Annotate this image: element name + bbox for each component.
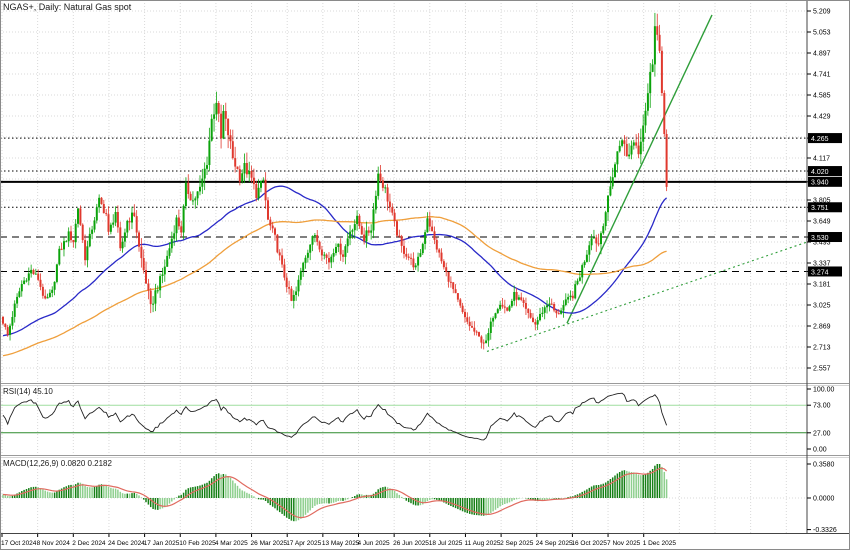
price-tick-label: 4.897 [813,50,831,57]
price-tick-label: 2.869 [813,323,831,330]
date-label: 18 Jul 2025 [429,540,463,547]
date-label: 1 Dec 2025 [643,540,677,547]
price-tick-label: 4.117 [813,155,830,162]
rsi-axis-label: 73.00 [813,403,831,410]
date-label: 24 Sep 2025 [536,540,573,547]
date-label: 8 Nov 2024 [37,540,71,547]
date-label: 17 Apr 2025 [286,540,321,547]
date-label: 17 Jan 2025 [144,540,180,547]
date-label: 26 Jun 2025 [393,540,429,547]
price-tick-label: 3.337 [813,260,831,267]
price-tick-label: 5.209 [813,9,831,16]
price-level-badge-label: 3.530 [811,235,829,242]
price-tick-label: 4.741 [813,71,831,78]
price-level-badge-label: 3.940 [811,180,829,187]
date-label: 10 Feb 2025 [179,540,216,547]
date-label: 2 Sep 2025 [500,540,534,547]
rsi-axis-label: 27.00 [813,430,831,437]
background [0,0,850,550]
date-label: 17 Oct 2024 [1,540,37,547]
price-tick-label: 3.025 [813,302,831,309]
date-label: 26 Mar 2025 [251,540,288,547]
price-level-badge-label: 3.274 [811,269,829,276]
price-tick-label: 3.649 [813,218,831,225]
price-level-badge-label: 4.265 [811,136,829,143]
date-label: 16 Oct 2025 [571,540,607,547]
chart-canvas[interactable]: 5.2095.0534.8974.7414.5854.4294.1173.805… [0,0,850,550]
date-label: 2 Dec 2024 [72,540,106,547]
date-label: 7 Nov 2025 [607,540,641,547]
price-tick-label: 3.181 [813,281,831,288]
date-label: 4 Jun 2025 [358,540,391,547]
price-tick-label: 2.713 [813,344,831,351]
price-tick-label: 4.429 [813,113,831,120]
rsi-axis-label: 100.00 [813,387,835,394]
macd-axis-label: -0.3326 [813,527,837,534]
price-level-badge-label: 3.751 [811,205,829,212]
price-tick-label: 2.557 [813,365,831,372]
macd-axis-label: 0.0000 [813,496,835,503]
date-label: 4 Mar 2025 [215,540,248,547]
rsi-axis-label: 0.00 [813,447,827,454]
date-label: 13 May 2025 [322,540,360,547]
price-level-badge-label: 4.020 [811,169,829,176]
date-label: 11 Aug 2025 [464,540,500,547]
macd-axis-label: 0.3580 [813,461,835,468]
price-tick-label: 4.585 [813,92,831,99]
price-tick-label: 5.053 [813,29,831,36]
chart-window: 5.2095.0534.8974.7414.5854.4294.1173.805… [0,0,850,550]
date-label: 24 Dec 2024 [108,540,145,547]
